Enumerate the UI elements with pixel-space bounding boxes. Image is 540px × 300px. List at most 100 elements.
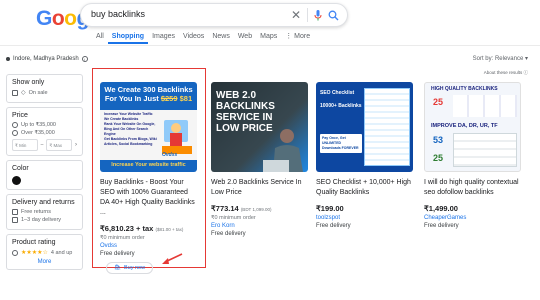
- product-title[interactable]: Buy Backlinks - Boost Your SEO with 100%…: [100, 178, 197, 218]
- search-icon[interactable]: [328, 10, 339, 21]
- tab-shopping[interactable]: Shopping: [107, 32, 149, 44]
- location-dot-icon: [6, 57, 10, 61]
- radio-button[interactable]: [12, 122, 18, 128]
- search-divider: [307, 8, 308, 22]
- minimum-order: ₹0 minimum order: [211, 215, 256, 221]
- search-input[interactable]: buy backlinks ✕: [80, 3, 348, 27]
- mic-icon[interactable]: [314, 9, 322, 21]
- product-image[interactable]: HIGH QUALITY BACKLINKS 25 IMPROVE DA, DR…: [424, 82, 521, 172]
- product-card[interactable]: SEO Checklist 10000+ Backlinks Pay Once,…: [316, 82, 413, 229]
- filter-title: Color: [12, 165, 29, 172]
- filter-show-only: Show only ◇ On sale: [6, 74, 83, 103]
- product-title[interactable]: Web 2.0 Backlinks Service In Low Price: [211, 178, 308, 198]
- spreadsheet-preview: [364, 88, 410, 166]
- product-image[interactable]: We Create 300 Backlinks For You In Just …: [100, 82, 197, 172]
- image-brand: Ovdss: [162, 152, 178, 158]
- location-indicator[interactable]: Indore, Madhya Pradesh i: [6, 56, 88, 62]
- minimum-order: ₹0 minimum order: [100, 235, 145, 241]
- filter-on-sale[interactable]: ◇ On sale: [12, 89, 77, 96]
- checkbox[interactable]: [12, 209, 18, 215]
- search-tabs: All Shopping Images Videos News Web Maps…: [92, 32, 314, 44]
- filter-price-high[interactable]: Over ₹35,000: [12, 130, 77, 136]
- tab-maps[interactable]: Maps: [256, 32, 281, 44]
- radio-button[interactable]: [12, 249, 18, 256]
- product-image[interactable]: WEB 2.0 BACKLINKS SERVICE IN LOW PRICE: [211, 82, 308, 172]
- range-separator: –: [40, 142, 44, 148]
- filter-label: Over ₹35,000: [21, 130, 55, 136]
- tab-all[interactable]: All: [92, 32, 108, 44]
- image-bullets: Increase Your Website Traffic We Create …: [104, 112, 157, 146]
- about-results-link[interactable]: About these results ⓘ: [484, 70, 528, 76]
- image-footer-text: Increase Your website traffic: [111, 162, 186, 168]
- red-arrow-annotation-icon: [162, 253, 183, 264]
- filter-label: On sale: [28, 89, 48, 96]
- filter-label: 4 and up: [50, 249, 73, 256]
- filter-label: Up to ₹35,000: [21, 122, 56, 128]
- shipping-info: Free delivery: [424, 223, 459, 229]
- product-price: ₹1,499.00: [424, 204, 458, 213]
- color-swatch-black[interactable]: [12, 176, 21, 185]
- product-title[interactable]: SEO Checklist + 10,000+ High Quality Bac…: [316, 178, 413, 198]
- search-query[interactable]: buy backlinks: [91, 9, 145, 19]
- product-card[interactable]: We Create 300 Backlinks For You In Just …: [100, 82, 197, 274]
- tab-web[interactable]: Web: [234, 32, 256, 44]
- product-price: ₹199.00: [316, 204, 344, 213]
- store-name[interactable]: CheaperGames: [424, 215, 521, 221]
- product-price: ₹6,810.23 + tax ($81.00 + tax): [100, 224, 184, 233]
- store-name[interactable]: Ero Korn: [211, 223, 308, 229]
- price-go-icon[interactable]: ›: [75, 142, 77, 148]
- filter-sidebar: Show only ◇ On sale Price Up to ₹35,000 …: [6, 74, 83, 274]
- buy-now-button[interactable]: 🛍 Buy now: [106, 262, 154, 274]
- store-name[interactable]: Ovdss: [100, 243, 197, 249]
- filter-price: Price Up to ₹35,000 Over ₹35,000 ₹ Min –…: [6, 107, 83, 156]
- product-image[interactable]: SEO Checklist 10000+ Backlinks Pay Once,…: [316, 82, 413, 172]
- filter-price-low[interactable]: Up to ₹35,000: [12, 122, 77, 128]
- metric-value: 25: [433, 153, 444, 163]
- tab-images[interactable]: Images: [148, 32, 179, 44]
- metric-value: 53: [433, 135, 444, 145]
- metric-value: 25: [433, 97, 444, 107]
- buy-now-label: Buy now: [123, 265, 146, 271]
- product-title[interactable]: I will do high quality contextual seo do…: [424, 178, 521, 198]
- checkbox[interactable]: [12, 89, 18, 96]
- person-laptop-icon: [263, 129, 303, 172]
- filter-fast-delivery[interactable]: 1–3 day delivery: [12, 217, 77, 223]
- max-price-input[interactable]: ₹ Max: [46, 139, 72, 151]
- info-icon[interactable]: i: [81, 56, 88, 62]
- store-name[interactable]: toolzspot: [316, 215, 413, 221]
- sort-dropdown[interactable]: Sort by: Relevance ▾: [473, 55, 528, 62]
- star-rating-icon: ★★★★☆: [21, 250, 48, 256]
- header-divider: [0, 45, 540, 46]
- tab-more[interactable]: ⋮ More: [281, 32, 314, 44]
- filter-title: Product rating: [12, 239, 56, 246]
- filter-free-returns[interactable]: Free returns: [12, 209, 77, 215]
- filter-label: Free returns: [21, 209, 51, 215]
- illustration-icon: [162, 120, 192, 154]
- image-banner-text: We Create 300 Backlinks For You In Just …: [104, 85, 193, 103]
- metric-table: [453, 133, 517, 167]
- checkbox[interactable]: [12, 217, 18, 223]
- radio-button[interactable]: [12, 130, 18, 136]
- close-icon[interactable]: ✕: [291, 8, 301, 22]
- filter-title: Price: [12, 112, 28, 119]
- tab-videos[interactable]: Videos: [179, 32, 208, 44]
- product-card[interactable]: HIGH QUALITY BACKLINKS 25 IMPROVE DA, DR…: [424, 82, 521, 229]
- shipping-info: Free delivery: [316, 223, 351, 229]
- tag-icon: ◇: [21, 90, 26, 96]
- filter-rating: Product rating ★★★★☆ 4 and up More: [6, 234, 83, 270]
- min-price-input[interactable]: ₹ Min: [12, 139, 38, 151]
- bag-icon: 🛍: [114, 265, 121, 271]
- product-card[interactable]: WEB 2.0 BACKLINKS SERVICE IN LOW PRICE W…: [211, 82, 308, 237]
- more-ratings-link[interactable]: More: [12, 259, 77, 265]
- image-subheader-text: IMPROVE DA, DR, UR, TF: [431, 123, 498, 129]
- filter-delivery: Delivery and returns Free returns 1–3 da…: [6, 194, 83, 230]
- image-header-text: HIGH QUALITY BACKLINKS: [431, 86, 498, 92]
- image-title-text: SEO Checklist 10000+ Backlinks Pay Once,…: [320, 90, 362, 153]
- tab-news[interactable]: News: [208, 32, 234, 44]
- filter-label: 1–3 day delivery: [21, 217, 62, 223]
- filter-title: Delivery and returns: [12, 199, 75, 206]
- metric-chart: [453, 95, 517, 117]
- filter-rating-4up[interactable]: ★★★★☆ 4 and up: [12, 249, 77, 256]
- filter-title: Show only: [12, 79, 45, 86]
- product-price: ₹773.14 (BDT 1,099.00): [211, 204, 272, 213]
